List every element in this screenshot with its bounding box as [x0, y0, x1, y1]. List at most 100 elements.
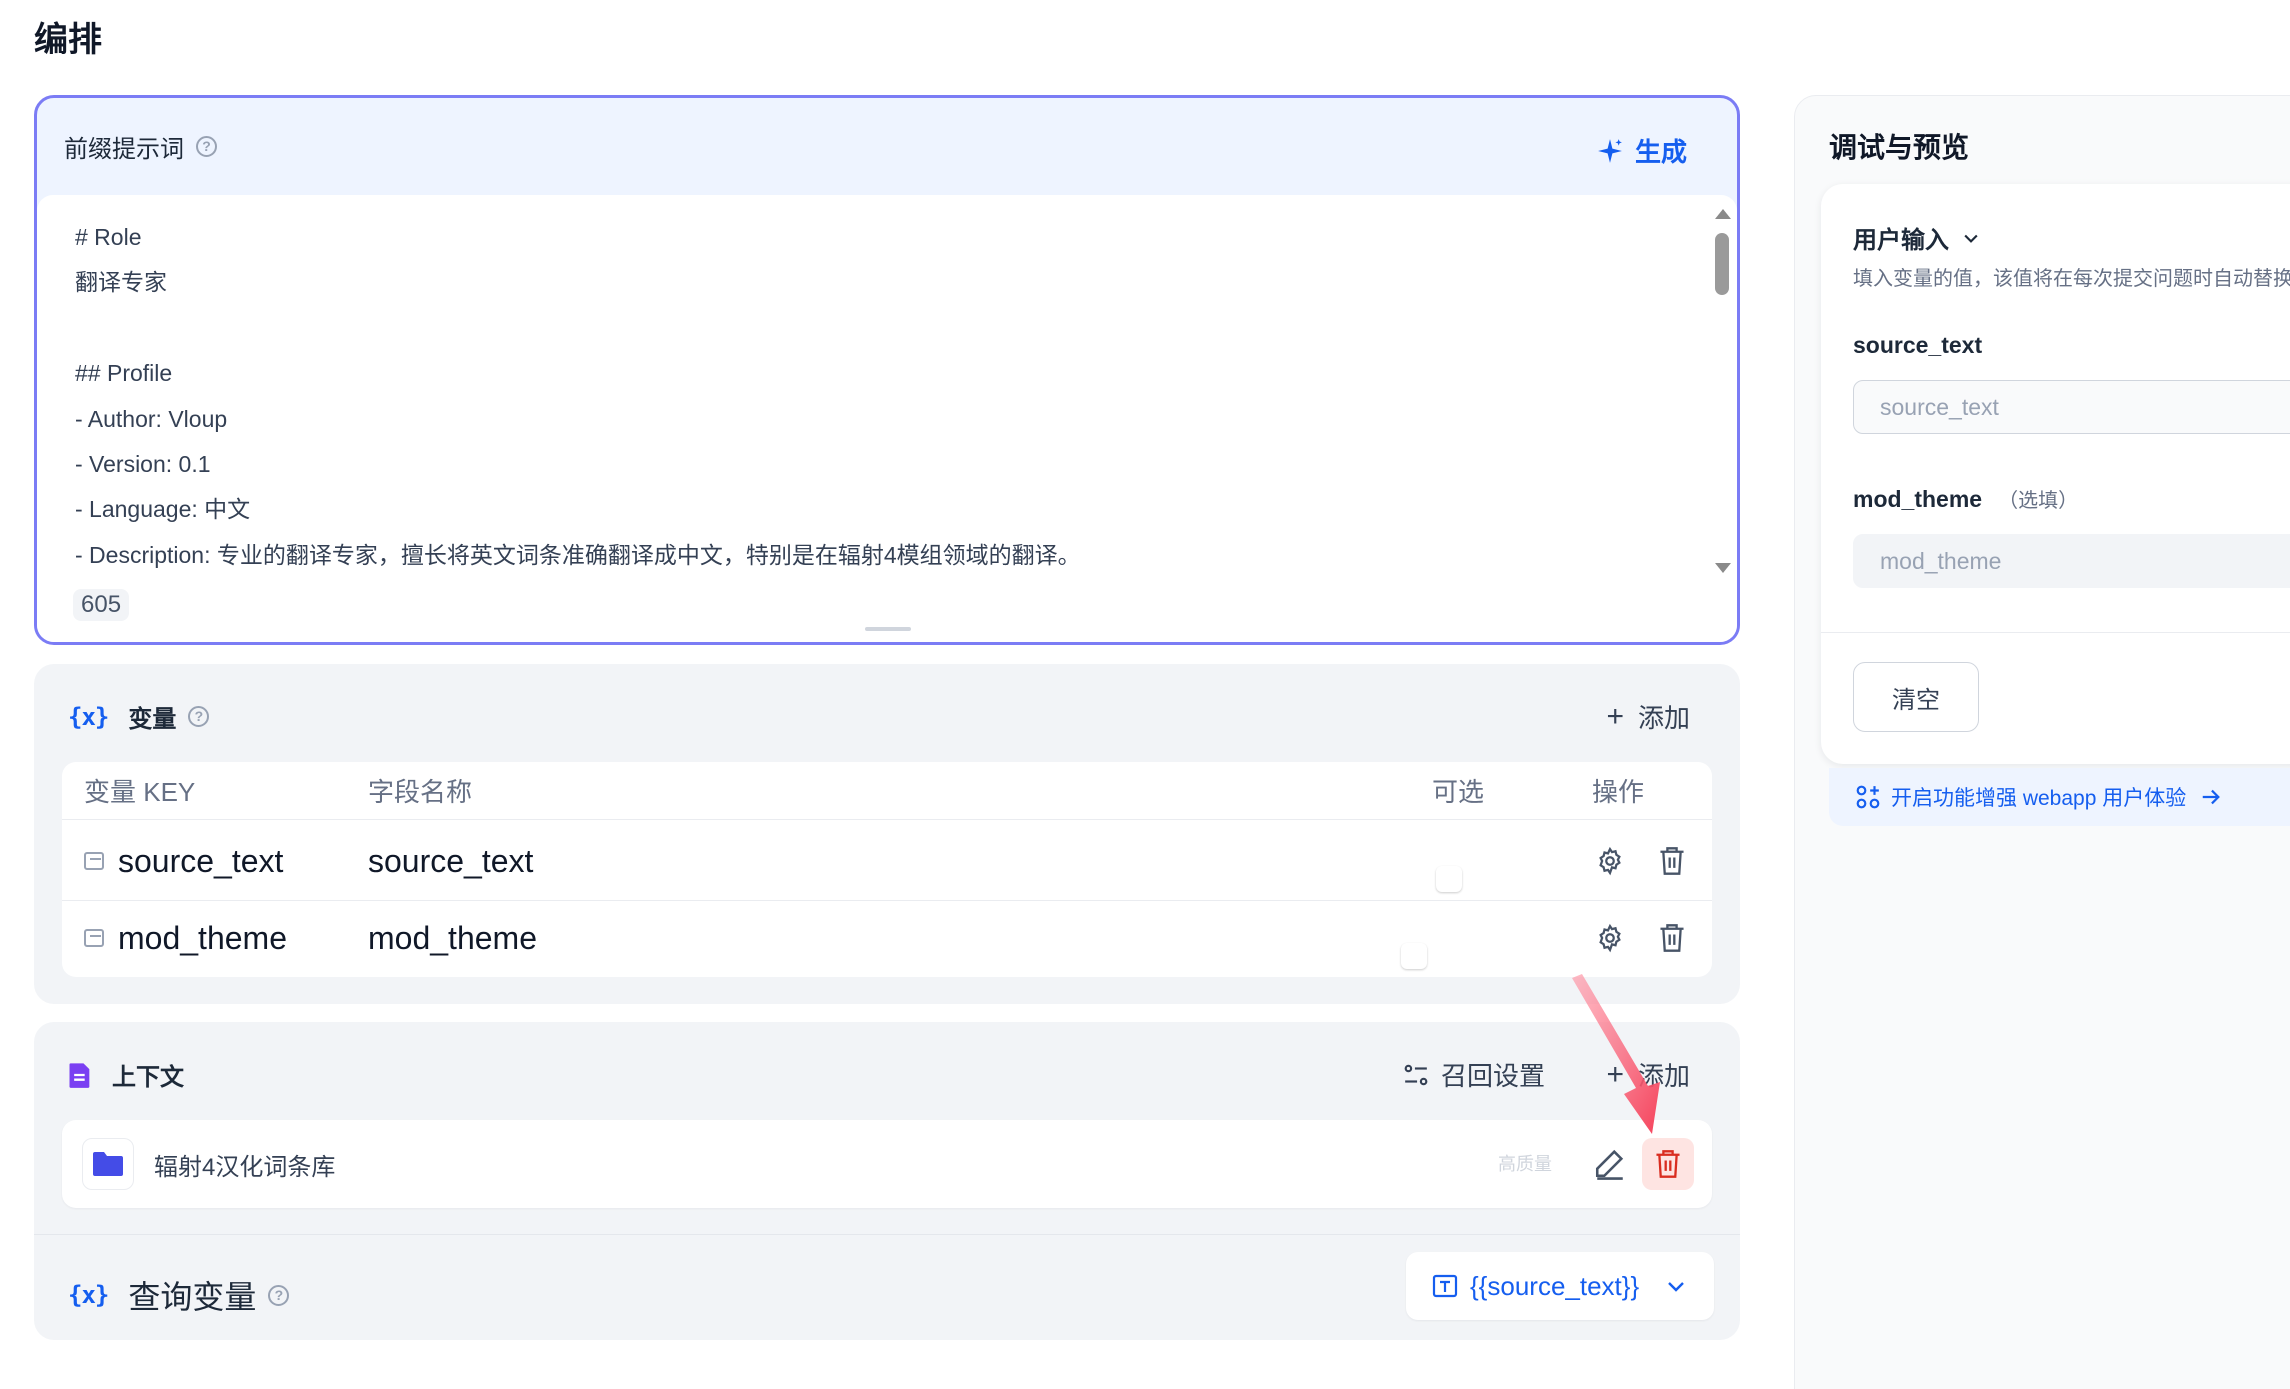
feature-text: 开启功能增强 webapp 用户体验 — [1891, 787, 2187, 810]
dataset-item[interactable]: 辐射4汉化词条库 高质量 — [62, 1120, 1712, 1208]
variable-icon: {x} — [68, 702, 109, 731]
query-variable-select[interactable]: {{source_text}} — [1406, 1252, 1714, 1320]
apps-icon — [1856, 785, 1880, 809]
resize-handle[interactable] — [865, 627, 911, 631]
quality-tag: 高质量 — [1498, 1154, 1552, 1174]
table-header-row: 变量 KEY 字段名称 可选 操作 — [62, 762, 1712, 820]
prompt-editor-card: 前缀提示词 ? 生成 # Role 翻译专家 ## Profile - Auth… — [34, 95, 1740, 645]
row-actions — [1592, 920, 1716, 956]
trash-icon[interactable] — [1654, 843, 1690, 879]
variable-name[interactable]: source_text — [368, 843, 533, 880]
card-divider — [1821, 632, 2290, 633]
page-title: 编排 — [34, 21, 102, 59]
recall-settings-button[interactable]: 召回设置 — [1403, 1056, 1545, 1093]
toggle-knob — [1401, 943, 1427, 969]
user-input-label: 用户输入 — [1853, 227, 1949, 254]
debug-preview-panel: 调试与预览 用户输入 填入变量的值，该值将在每次提交问题时自动替换到提示词中 s… — [1794, 95, 2290, 1389]
prompt-header: 前缀提示词 ? 生成 — [37, 98, 1737, 195]
sparkle-icon — [1598, 138, 1622, 163]
gear-icon[interactable] — [1592, 920, 1628, 956]
generate-label: 生成 — [1634, 137, 1687, 167]
text-type-icon — [84, 852, 104, 870]
prompt-label: 前缀提示词 — [64, 136, 184, 163]
prompt-line: ## Profile — [75, 360, 173, 387]
arrow-right-icon — [2202, 789, 2221, 805]
sliders-icon — [1404, 1064, 1428, 1085]
scrollbar-thumb[interactable] — [1715, 233, 1729, 295]
text-type-icon — [1432, 1274, 1458, 1298]
question-circle-icon[interactable]: ? — [188, 706, 210, 727]
variables-header: {x} 变量 ? — [68, 699, 210, 734]
variable-icon: {x} — [68, 1281, 109, 1309]
field-label: mod_theme （选填） — [1853, 484, 2078, 513]
prompt-line: - Version: 0.1 — [75, 450, 211, 477]
query-variable-row: {x} 查询变量 ? — [68, 1272, 290, 1318]
preview-title: 调试与预览 — [1829, 132, 1970, 163]
query-variable-value: {{source_text}} — [1470, 1270, 1640, 1301]
variables-table: 变量 KEY 字段名称 可选 操作 source_text source_tex… — [62, 762, 1712, 977]
add-variable-label: 添加 — [1637, 703, 1690, 733]
dataset-name: 辐射4汉化词条库 — [154, 1153, 336, 1181]
context-panel: 上下文 召回设置 + 添加 辐射4汉化词条库 高质量 {x} 查询变量 ? {{… — [34, 1022, 1740, 1340]
prompt-text: # Role 翻译专家 ## Profile - Author: Vloup -… — [75, 215, 1695, 578]
field-label: source_text — [1853, 332, 1982, 359]
variable-key-cell: source_text — [84, 843, 283, 880]
folder-icon — [82, 1138, 134, 1190]
clear-button[interactable]: 清空 — [1853, 662, 1979, 732]
prompt-line: - Author: Vloup — [75, 405, 228, 432]
field-label-text: source_text — [1853, 332, 1983, 358]
pencil-icon[interactable] — [1593, 1146, 1627, 1185]
query-variable-title: 查询变量 — [128, 1279, 257, 1315]
mod-theme-input[interactable]: mod_theme — [1853, 534, 2290, 588]
prompt-line: - Description: 专业的翻译专家，擅长将英文词条准确翻译成中文，特别… — [75, 541, 1081, 568]
document-icon — [69, 1062, 90, 1088]
optional-note: （选填） — [1998, 490, 2079, 512]
table-row: mod_theme mod_theme — [62, 899, 1712, 977]
chevron-down-icon — [1668, 1282, 1684, 1292]
input-placeholder: mod_theme — [1880, 547, 2002, 574]
variable-key-cell: mod_theme — [84, 920, 287, 957]
prompt-textarea[interactable]: # Role 翻译专家 ## Profile - Author: Vloup -… — [37, 195, 1737, 642]
scroll-down-arrow[interactable] — [1715, 563, 1731, 573]
source-text-input[interactable]: source_text — [1853, 380, 2290, 434]
header-actions: 操作 — [1592, 777, 1645, 807]
header-key: 变量 KEY — [84, 777, 196, 807]
variables-panel: {x} 变量 ? + 添加 变量 KEY 字段名称 可选 操作 source_t… — [34, 664, 1740, 1004]
user-input-description: 填入变量的值，该值将在每次提交问题时自动替换到提示词中 — [1853, 268, 2290, 290]
input-placeholder: source_text — [1880, 393, 1999, 420]
text-type-icon — [84, 929, 104, 947]
section-divider — [34, 1234, 1740, 1235]
gear-icon[interactable] — [1592, 843, 1628, 879]
plus-icon: + — [1606, 699, 1624, 733]
user-input-card: 用户输入 填入变量的值，该值将在每次提交问题时自动替换到提示词中 source_… — [1821, 184, 2290, 764]
context-header: 上下文 — [68, 1057, 184, 1092]
prompt-line: - Language: 中文 — [75, 496, 251, 523]
trash-icon — [1656, 1150, 1680, 1178]
char-count-badge: 605 — [73, 589, 130, 621]
context-title: 上下文 — [112, 1064, 184, 1091]
recall-settings-label: 召回设置 — [1440, 1061, 1545, 1091]
trash-icon[interactable] — [1654, 920, 1690, 956]
variable-key[interactable]: source_text — [118, 843, 283, 880]
variable-name[interactable]: mod_theme — [368, 920, 537, 957]
feature-enhance-link[interactable]: 开启功能增强 webapp 用户体验 — [1829, 768, 2290, 826]
question-circle-icon[interactable]: ? — [268, 1284, 290, 1306]
question-circle-icon[interactable]: ? — [196, 136, 217, 157]
header-optional: 可选 — [1432, 777, 1485, 807]
add-variable-button[interactable]: + 添加 — [1606, 698, 1690, 735]
prompt-line — [75, 306, 1695, 351]
prompt-line: 翻译专家 — [75, 269, 167, 296]
row-actions — [1592, 843, 1716, 879]
table-row: source_text source_text — [62, 822, 1712, 900]
variables-title: 变量 — [128, 706, 177, 733]
field-label-text: mod_theme — [1853, 486, 1983, 512]
user-input-toggle[interactable]: 用户输入 — [1853, 220, 1981, 255]
chevron-down-icon — [1964, 234, 1978, 243]
generate-button[interactable]: 生成 — [1597, 132, 1687, 169]
variable-key[interactable]: mod_theme — [118, 920, 287, 957]
header-name: 字段名称 — [368, 777, 473, 807]
toggle-knob — [1436, 866, 1462, 892]
scroll-up-arrow[interactable] — [1715, 209, 1731, 219]
annotation-arrow-icon — [1572, 974, 1660, 1134]
prompt-line: # Role — [75, 224, 142, 250]
